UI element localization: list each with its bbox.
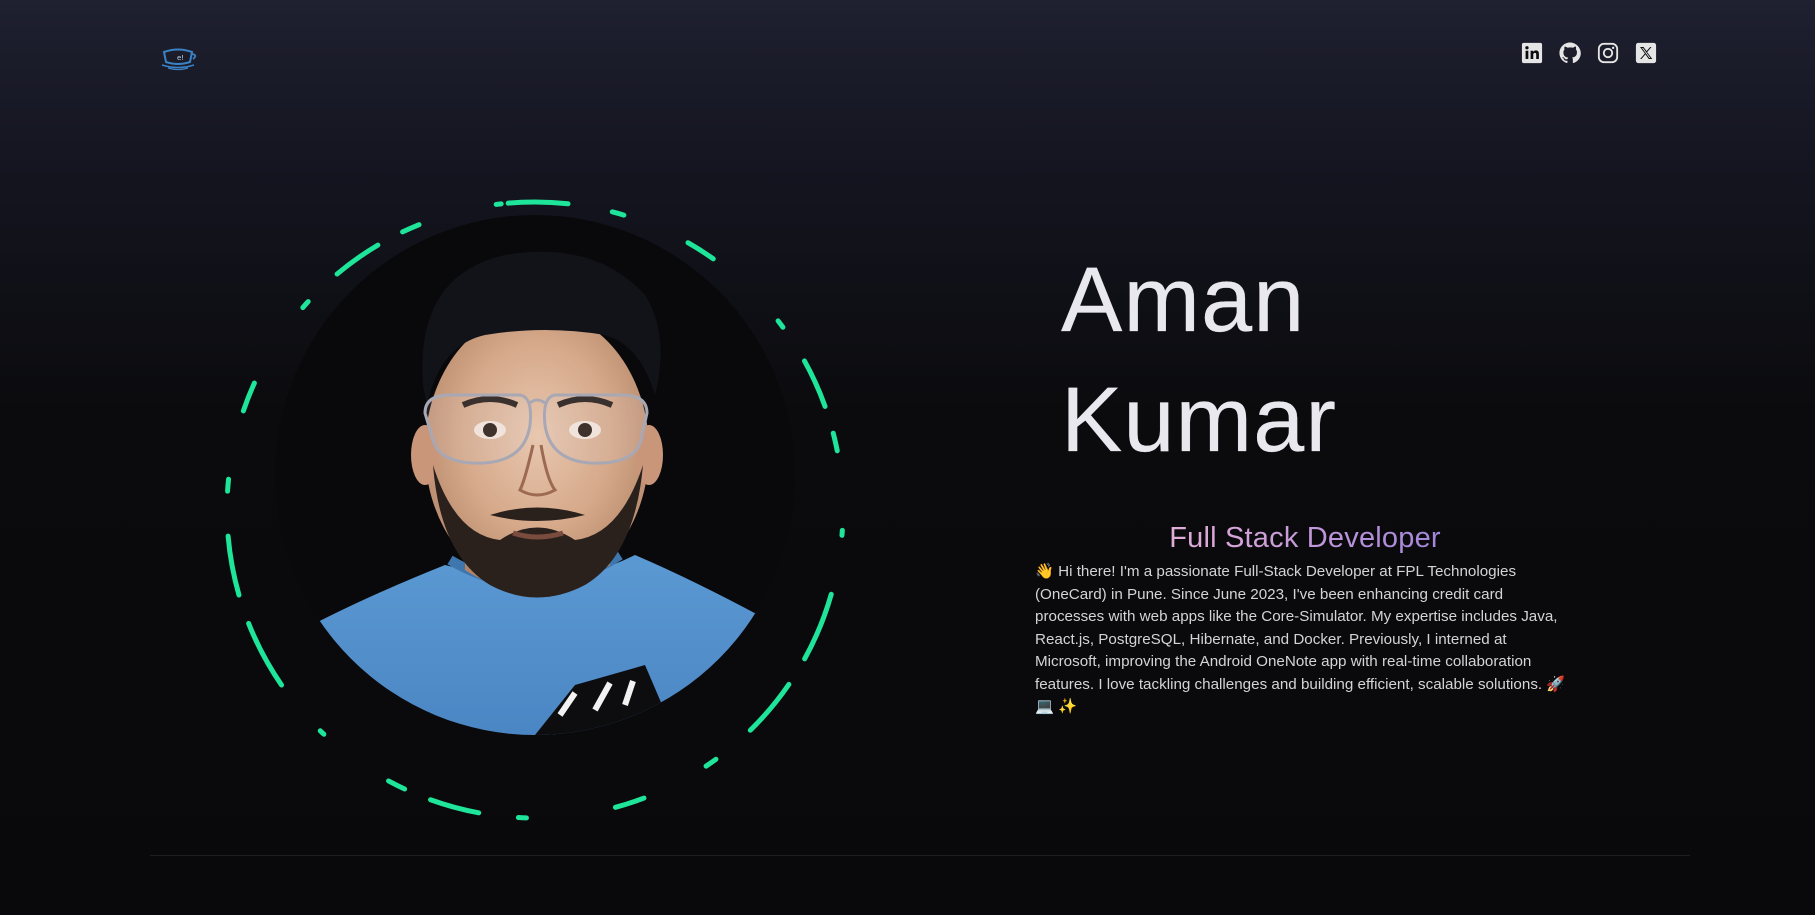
- hero-photo: [220, 195, 850, 825]
- x-icon[interactable]: [1635, 42, 1657, 64]
- section-divider: [150, 855, 1690, 856]
- hero-name: Aman Kumar: [1061, 249, 1337, 471]
- top-nav: e!: [150, 34, 1665, 74]
- intro: Aman Kumar Full Stack Developer 👋 Hi the…: [1035, 240, 1575, 734]
- hero-role: Full Stack Developer: [1035, 522, 1575, 555]
- decorative-ring: [224, 199, 846, 821]
- instagram-icon[interactable]: [1597, 42, 1619, 64]
- svg-text:e!: e!: [177, 54, 184, 62]
- logo-icon[interactable]: e!: [158, 42, 198, 72]
- linkedin-icon[interactable]: [1521, 42, 1543, 64]
- github-icon[interactable]: [1559, 42, 1581, 64]
- hero-bio: 👋 Hi there! I'm a passionate Full-Stack …: [1035, 563, 1566, 715]
- social-links: [1521, 42, 1657, 64]
